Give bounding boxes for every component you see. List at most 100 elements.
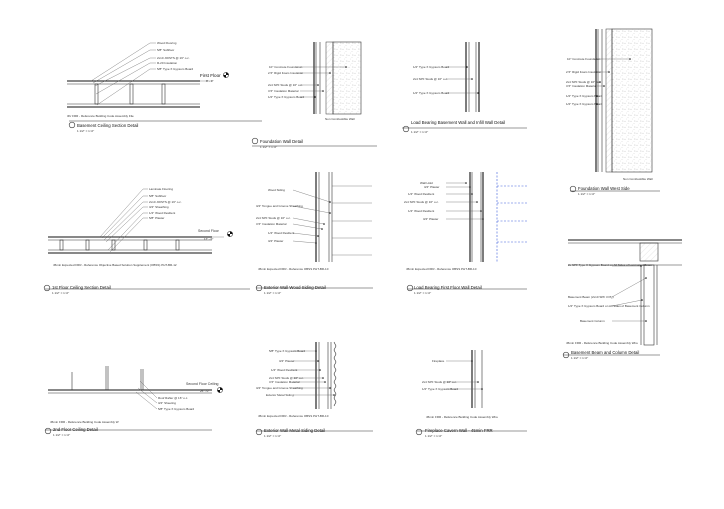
detail-scale: 1 1/2" = 1'-0" — [578, 192, 595, 196]
callout-label: 1/4" Wood Resilient — [408, 209, 434, 213]
callout-label: 1/2" Type X Gypsum Board on All Sides of… — [568, 304, 650, 308]
drawing-sheet: Wood Flooring 5/8" Subfloor 2x10 JOISTS … — [43, 28, 682, 438]
callout-label: 2x10 JOISTS @ 16" o.c. — [157, 56, 190, 60]
callout-label: 2x10 JOISTS @ 16" o.c. — [149, 200, 182, 204]
assembly-note: 45min Expected FRR - Reference OBSS PHT-… — [406, 267, 477, 271]
callout-label: Basement Beam (2x10 SPF 3 Ply) — [568, 295, 614, 299]
detail-geometry — [406, 172, 527, 292]
detail-title: Foundation Wall West Side — [578, 186, 630, 191]
callout-label: 2x SPF Type X Gypsum Board on All Sides … — [568, 263, 653, 267]
detail-title: Basement Ceiling Section Detail — [77, 123, 138, 128]
callout-label: Wood Flooring — [157, 41, 177, 45]
detail-geometry — [402, 42, 527, 133]
detail-title: Fireplace Cavern Wall - 45min FRR — [425, 428, 493, 433]
level-name: Second Floor Ceiling — [186, 382, 219, 386]
callout-label: 3.5" Insulation Material — [256, 222, 287, 226]
detail-title: 1st Floor Ceiling Section Detail — [52, 285, 111, 290]
callout-label: Laminate Flooring — [149, 187, 173, 191]
detail-scale: 1 1/2" = 1'-0" — [53, 433, 70, 437]
fireplace-cavern-wall-detail: Fireplace 2x4 SPF Studs @ 16" o.c. 1/2" … — [415, 350, 527, 438]
detail-title: Load Bearing First Floor Wall Detail — [414, 285, 482, 290]
foundation-wall-detail: 10" Concrete Foundation 2.5" Rigid Foam … — [251, 41, 377, 149]
callout-label: 5/8" Plaster — [149, 216, 164, 220]
detail-scale: 1 1/2" = 1'-0" — [264, 291, 281, 295]
exterior-wall-wood-siding-detail: Wood Siding 3/4" Tongue and Groove Sheat… — [255, 172, 373, 295]
assembly-note: 45min Expected FRR - Reference OBSS PHT-… — [258, 267, 329, 271]
basement-beam-column-detail: 2x SPF Type X Gypsum Board on All Sides … — [562, 239, 682, 360]
detail-scale: 1 1/2" = 1'-0" — [571, 356, 588, 360]
detail-title: Load Bearing Basement Wall and Infill Wa… — [411, 120, 505, 125]
callout-label: 3/4" Tongue and Groove Sheathing — [256, 386, 303, 390]
callout-label: 1/2" Type X Gypsum Board — [566, 94, 603, 98]
callout-label: 1/2" Type X Gypsum Board — [422, 387, 459, 391]
detail-scale: 1 1/2" = 1'-0" — [52, 291, 69, 295]
callout-label: Wood Siding — [268, 188, 285, 192]
callout-label: 1/4" Wood Resilient — [271, 368, 297, 372]
assembly-note: 45min Expected FRR - Reference OBSS PHT-… — [258, 414, 329, 418]
callout-label: 1/2" Type X Gypsum Board — [268, 95, 305, 99]
detail-scale: 1 1/2" = 1'-0" — [264, 434, 281, 438]
callout-label: 2.5" Rigid Foam Insulation — [566, 70, 601, 74]
basement-ceiling-section-detail: Wood Flooring 5/8" Subfloor 2x10 JOISTS … — [67, 41, 262, 133]
detail-scale: 1 1/2" = 1'-0" — [77, 129, 94, 133]
exterior-wall-metal-siding-detail: 5/8" Type X Gypsum Board 3/4" Plaster 1/… — [255, 341, 373, 438]
detail-title: 2nd Floor Ceiling Detail — [53, 427, 98, 432]
level-elevation: 8' - 0" — [206, 79, 214, 83]
detail-scale: 1 1/2" = 1'-0" — [411, 130, 428, 134]
level-elevation: 25' - 0" — [200, 389, 209, 393]
assembly-note: 45min FRR - Reference Building Code Asse… — [566, 341, 638, 345]
callout-label: 5/8" Type X Gypsum Board — [158, 407, 195, 411]
load-bearing-basement-wall-detail: 1/2" Type X Gypsum Board 2x4 SPF Studs @… — [402, 42, 527, 134]
detail-title: Foundation Wall Detail — [260, 139, 303, 144]
assembly-note: 3hr FRR - Reference Building Code Assemb… — [67, 114, 134, 118]
first-floor-ceiling-section-detail: Laminate Flooring 5/8" Subfloor 2x10 JOI… — [43, 187, 250, 295]
wall-note: Non Combustible Wall — [325, 117, 355, 121]
callout-label: 10" Concrete Foundation — [567, 57, 601, 61]
assembly-note: 45min FRR - Reference Building Code Asse… — [50, 420, 119, 424]
callout-label: 2x4 SPF Studs @ 16" o.c. — [404, 200, 439, 204]
assembly-note: 45min Expected FRR - Reference Objective… — [53, 263, 177, 267]
callout-label: 1/4" Wood Resilient — [268, 231, 294, 235]
callout-label: 1/2" Type X Gypsum Board — [413, 91, 450, 95]
callout-label: Fireplace — [432, 359, 445, 363]
callout-label: Roof Rafter @ 16" o.c. — [158, 396, 188, 400]
callout-label: 3/4" Plaster — [423, 217, 438, 221]
callout-label: R-20 Insulation — [157, 61, 178, 65]
detail-title: Basement Beam and Column Detail — [571, 350, 639, 355]
detail-geometry — [569, 28, 660, 193]
second-floor-ceiling-detail: Roof Rafter @ 16" o.c. 3/4" Sheeting 5/8… — [44, 366, 223, 437]
callout-label: 2x4 SPF Studs @ 16" o.c. — [413, 77, 448, 81]
callout-label: 1/4" Wood Resilient — [408, 192, 434, 196]
detail-title: Exterior Wall Metal Siding Detail — [264, 428, 325, 433]
callout-label: 2.5" Rigid Foam Insulation — [268, 71, 303, 75]
callout-label: 5/8" Subfloor — [149, 194, 166, 198]
callout-label: 5/8" Subfloor — [157, 48, 174, 52]
detail-scale: 1 1/2" = 1'-0" — [260, 145, 277, 149]
callout-label: 1/4" Wood Resilient — [149, 211, 175, 215]
callout-label: 3/4" Plaster — [268, 239, 283, 243]
detail-geometry — [251, 41, 377, 147]
callout-label: Basement Column — [580, 319, 605, 323]
callout-label: 3/4" Tongue and Groove Sheathing — [256, 204, 303, 208]
assembly-note: 45min FRR - Reference Building Code Asse… — [426, 415, 498, 419]
callout-label: 10" Concrete Foundation — [269, 65, 303, 69]
level-elevation: 17' - 0" — [204, 237, 213, 241]
callout-label: 2x4 SPF Studs @ 16" o.c. — [422, 380, 457, 384]
detail-scale: 1 1/2" = 1'-0" — [425, 434, 442, 438]
load-bearing-first-floor-wall-detail: Wall Hold 3/4" Plaster 1/4" Wood Resilie… — [404, 172, 527, 295]
callout-label: 3.5" Insulation Material — [566, 84, 597, 88]
level-name: First Floor — [200, 73, 221, 78]
callout-label: 2x4 SPF Studs @ 16" o.c. — [268, 83, 303, 87]
callout-label: 3.5" Insulation Material — [268, 89, 299, 93]
callout-label: 2x4 SPF Studs @ 16" o.c. — [256, 216, 291, 220]
callout-label: 3/4" Sheathing — [149, 205, 169, 209]
callout-label: 1/2" Type X Gypsum Board — [566, 102, 603, 106]
callout-label: 3.5" Insulation Material — [269, 380, 300, 384]
callout-label: 5/8" Type X Gypsum Board — [157, 67, 194, 71]
callout-label: 5/8" Type X Gypsum Board — [269, 349, 306, 353]
callout-label: 3/4" Plaster — [279, 359, 294, 363]
detail-scale: 1 1/2" = 1'-0" — [414, 291, 431, 295]
level-name: Second Floor — [198, 229, 220, 233]
callout-label: 1/2" Type X Gypsum Board — [413, 65, 450, 69]
foundation-wall-west-detail: 10" Concrete Foundation 2.5" Rigid Foam … — [566, 28, 660, 196]
